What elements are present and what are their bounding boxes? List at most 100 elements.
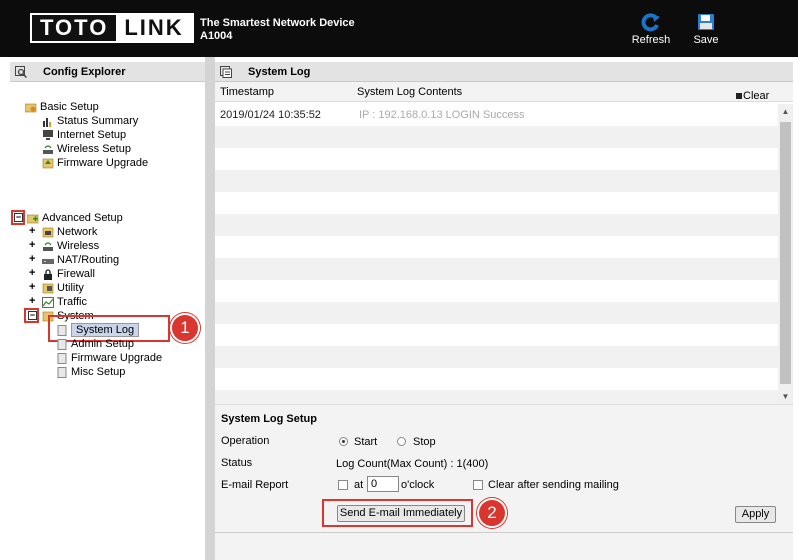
scroll-thumb[interactable] bbox=[780, 122, 791, 384]
config-explorer-header: Config Explorer bbox=[10, 62, 205, 82]
tree-firmware-upgrade-label: Firmware Upgrade bbox=[57, 157, 149, 169]
expand-network-icon[interactable]: + bbox=[29, 225, 35, 237]
table-row bbox=[215, 280, 780, 302]
tree-advanced-setup-label: Advanced Setup bbox=[42, 212, 123, 224]
table-row bbox=[215, 302, 780, 324]
log-icon bbox=[220, 65, 232, 78]
refresh-label: Refresh bbox=[631, 34, 671, 46]
tree-internet-setup[interactable]: Internet Setup bbox=[42, 128, 126, 142]
status-value: Log Count(Max Count) : 1(400) bbox=[336, 458, 489, 470]
hour-input[interactable]: 0 bbox=[367, 476, 399, 492]
top-header: TOTO LINK The Smartest Network Device A1… bbox=[0, 0, 798, 57]
email-report-checkbox[interactable] bbox=[338, 480, 348, 490]
panel-divider[interactable] bbox=[205, 57, 215, 560]
scroll-up-icon[interactable]: ▲ bbox=[778, 107, 793, 116]
scroll-down-icon[interactable]: ▼ bbox=[778, 392, 793, 401]
apply-button[interactable]: Apply bbox=[735, 506, 776, 523]
tree-wireless[interactable]: Wireless bbox=[42, 239, 99, 253]
expand-nat-routing-icon[interactable]: + bbox=[29, 253, 35, 265]
tree-utility-label: Utility bbox=[57, 282, 84, 294]
logo-left-text: TOTO bbox=[32, 15, 117, 41]
tree-admin-setup[interactable]: Admin Setup bbox=[56, 337, 134, 351]
firmware-icon bbox=[42, 158, 54, 168]
row-timestamp: 2019/01/24 10:35:52 bbox=[220, 109, 321, 121]
config-explorer-title: Config Explorer bbox=[43, 65, 126, 78]
config-explorer-panel: Config Explorer Basic Setup Status Summa… bbox=[10, 62, 205, 560]
table-row bbox=[215, 258, 780, 280]
network-icon bbox=[42, 227, 54, 237]
chart-icon bbox=[43, 117, 51, 127]
table-row bbox=[215, 170, 780, 192]
table-row bbox=[215, 148, 780, 170]
tree-internet-setup-label: Internet Setup bbox=[57, 129, 127, 141]
folder-plus-icon bbox=[27, 214, 39, 223]
clear-after-checkbox[interactable] bbox=[473, 480, 483, 490]
refresh-button[interactable]: Refresh bbox=[629, 12, 673, 46]
start-radio[interactable] bbox=[339, 437, 348, 446]
page-icon bbox=[57, 366, 67, 378]
annotation-highlight-advanced-toggle bbox=[11, 210, 25, 225]
log-scrollbar[interactable]: ▲ ▼ bbox=[778, 104, 793, 406]
annotation-badge-1: 1 bbox=[170, 313, 200, 343]
at-label: at bbox=[354, 479, 364, 491]
tree-basic-setup[interactable]: Basic Setup bbox=[25, 100, 99, 114]
table-row bbox=[215, 126, 780, 148]
traffic-chart-icon bbox=[42, 296, 54, 308]
tree-firmware-upgrade[interactable]: Firmware Upgrade bbox=[42, 156, 148, 170]
tree-status-summary[interactable]: Status Summary bbox=[42, 114, 138, 128]
stop-radio[interactable] bbox=[397, 437, 406, 446]
lock-icon bbox=[44, 268, 52, 280]
expand-wireless-icon[interactable]: + bbox=[29, 239, 35, 251]
col-contents: System Log Contents bbox=[357, 86, 463, 98]
col-timestamp: Timestamp bbox=[220, 86, 274, 98]
tree-traffic[interactable]: Traffic bbox=[42, 295, 87, 309]
utility-icon bbox=[42, 283, 54, 293]
tree-system-firmware-upgrade[interactable]: Firmware Upgrade bbox=[56, 351, 162, 365]
tree-misc-setup[interactable]: Misc Setup bbox=[56, 365, 125, 379]
logo-right-text: LINK bbox=[116, 15, 192, 41]
annotation-highlight-system-toggle bbox=[24, 308, 39, 323]
expand-traffic-icon[interactable]: + bbox=[29, 295, 35, 307]
table-row bbox=[215, 324, 780, 346]
tree-wireless-label: Wireless bbox=[57, 240, 100, 252]
tree-network[interactable]: Network bbox=[42, 225, 97, 239]
system-log-panel: System Log Timestamp System Log Contents… bbox=[215, 62, 793, 560]
start-label: Start bbox=[354, 436, 378, 448]
clear-label: Clear bbox=[743, 90, 770, 102]
tagline-text: The Smartest Network Device bbox=[200, 17, 355, 29]
email-report-label: E-mail Report bbox=[221, 479, 289, 491]
tree-admin-setup-label: Admin Setup bbox=[71, 338, 134, 350]
tree-misc-setup-label: Misc Setup bbox=[71, 366, 126, 378]
model-name: A1004 bbox=[200, 30, 233, 42]
expand-utility-icon[interactable]: + bbox=[29, 281, 35, 293]
tree-advanced-setup[interactable]: Advanced Setup bbox=[27, 211, 123, 225]
system-log-title: System Log bbox=[248, 65, 311, 78]
tree-utility[interactable]: Utility bbox=[42, 281, 84, 295]
expand-firewall-icon[interactable]: + bbox=[29, 267, 35, 279]
bottom-bar bbox=[215, 532, 793, 560]
totolink-logo: TOTO LINK bbox=[30, 13, 194, 43]
save-label: Save bbox=[693, 34, 719, 46]
page-icon bbox=[57, 352, 67, 364]
wireless-icon bbox=[43, 144, 53, 154]
tree-traffic-label: Traffic bbox=[57, 296, 87, 308]
tree-basic-setup-label: Basic Setup bbox=[40, 101, 99, 113]
save-button[interactable]: Save bbox=[684, 12, 728, 46]
status-label: Status bbox=[221, 457, 253, 469]
magnifier-icon bbox=[15, 65, 27, 78]
clear-button[interactable]: Clear bbox=[736, 86, 769, 102]
tree-wireless-setup[interactable]: Wireless Setup bbox=[42, 142, 131, 156]
tree-system-firmware-upgrade-label: Firmware Upgrade bbox=[71, 352, 163, 364]
table-row bbox=[215, 236, 780, 258]
log-table-header: Timestamp System Log Contents Clear bbox=[215, 82, 793, 102]
page-icon bbox=[57, 338, 67, 350]
table-row bbox=[215, 368, 780, 390]
tree-nat-routing-label: NAT/Routing bbox=[57, 254, 120, 266]
tree-firewall[interactable]: Firewall bbox=[42, 267, 95, 281]
annotation-highlight-send-email bbox=[322, 499, 473, 527]
tree-nat-routing[interactable]: NAT/Routing bbox=[42, 253, 119, 267]
refresh-icon bbox=[641, 13, 660, 32]
tree-wireless-setup-label: Wireless Setup bbox=[57, 143, 131, 155]
computer-icon bbox=[43, 129, 53, 140]
wireless-icon bbox=[43, 241, 53, 251]
